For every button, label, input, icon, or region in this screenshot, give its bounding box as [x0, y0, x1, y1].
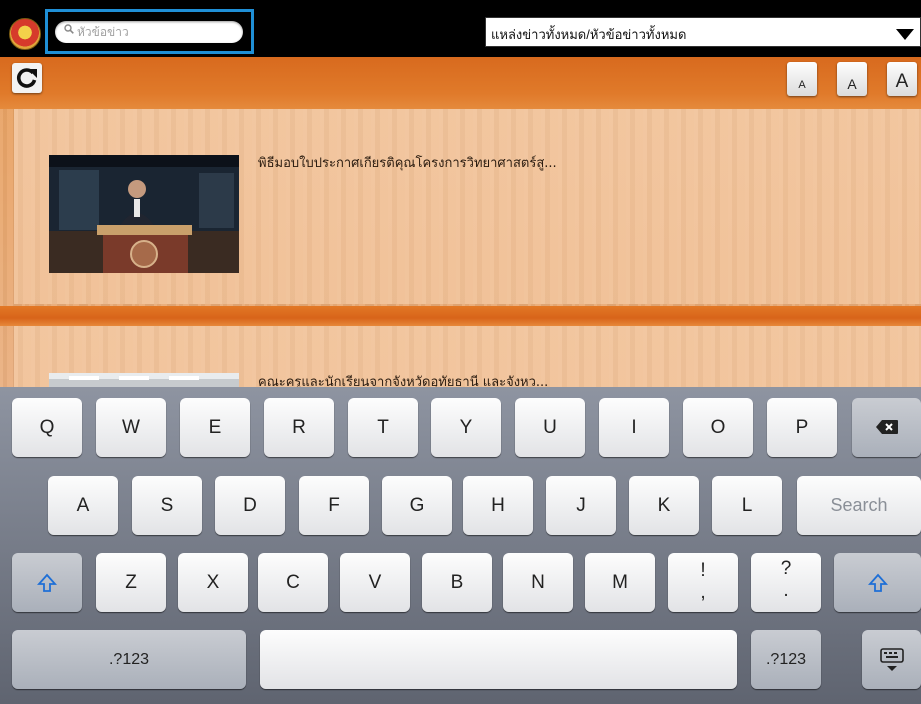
search-field[interactable] — [55, 21, 243, 43]
shift-icon — [867, 573, 888, 592]
key-e[interactable]: E — [180, 398, 250, 457]
key-l[interactable]: L — [712, 476, 782, 535]
hide-keyboard-icon — [879, 648, 904, 671]
key-a[interactable]: A — [48, 476, 118, 535]
dropdown-caret-icon — [896, 29, 914, 40]
key-m[interactable]: M — [585, 553, 655, 612]
key-g[interactable]: G — [382, 476, 452, 535]
refresh-icon — [16, 68, 37, 88]
search-focus-highlight — [45, 9, 254, 54]
key-f[interactable]: F — [299, 476, 369, 535]
source-filter-dropdown[interactable]: แหล่งข่าวทั้งหมด/หัวข้อข่าวทั้งหมด — [485, 17, 921, 47]
news-thumbnail — [49, 155, 239, 273]
key-h[interactable]: H — [463, 476, 533, 535]
key-i[interactable]: I — [599, 398, 669, 457]
toolbar: A A A — [0, 57, 921, 109]
font-size-small-button[interactable]: A — [787, 62, 817, 96]
news-item[interactable]: คณะครูและนักเรียนจากจังหวัดอุทัยธานี และ… — [14, 326, 921, 387]
shift-icon — [36, 573, 58, 592]
key-z[interactable]: Z — [96, 553, 166, 612]
key-v[interactable]: V — [340, 553, 410, 612]
key-d[interactable]: D — [215, 476, 285, 535]
news-list[interactable]: A A A พิธีมอบใบประกาศเกียรติคุณโครงการวิ… — [0, 57, 921, 387]
item-separator — [0, 306, 921, 326]
key-p[interactable]: P — [767, 398, 837, 457]
news-item[interactable]: พิธีมอบใบประกาศเกียรติคุณโครงการวิทยาศาส… — [14, 109, 921, 304]
key-t[interactable]: T — [348, 398, 418, 457]
backspace-icon — [875, 420, 898, 434]
key-u[interactable]: U — [515, 398, 585, 457]
key-n[interactable]: N — [503, 553, 573, 612]
on-screen-keyboard: Q W E R T Y U I O P A S D F G H J K L Se… — [0, 387, 921, 704]
key-j[interactable]: J — [546, 476, 616, 535]
numbers-key-right[interactable]: .?123 — [751, 630, 821, 689]
key-exclaim-comma[interactable]: ! , — [668, 553, 738, 612]
source-filter-value: แหล่งข่าวทั้งหมด/หัวข้อข่าวทั้งหมด — [491, 27, 687, 42]
search-icon — [64, 24, 74, 34]
key-x[interactable]: X — [178, 553, 248, 612]
top-bar: แหล่งข่าวทั้งหมด/หัวข้อข่าวทั้งหมด — [0, 0, 921, 57]
key-c[interactable]: C — [258, 553, 328, 612]
key-question-period[interactable]: ? . — [751, 553, 821, 612]
numbers-key-left[interactable]: .?123 — [12, 630, 246, 689]
space-key[interactable] — [260, 630, 737, 689]
news-title[interactable]: พิธีมอบใบประกาศเกียรติคุณโครงการวิทยาศาส… — [258, 152, 557, 173]
key-o[interactable]: O — [683, 398, 753, 457]
font-size-large-button[interactable]: A — [887, 62, 917, 96]
key-r[interactable]: R — [264, 398, 334, 457]
key-b[interactable]: B — [422, 553, 492, 612]
refresh-button[interactable] — [12, 63, 42, 93]
search-input[interactable] — [77, 23, 237, 41]
news-thumbnail — [49, 373, 239, 387]
font-size-medium-button[interactable]: A — [837, 62, 867, 96]
app-logo-icon[interactable] — [9, 18, 41, 50]
key-w[interactable]: W — [96, 398, 166, 457]
key-k[interactable]: K — [629, 476, 699, 535]
search-key[interactable]: Search — [797, 476, 921, 535]
shift-key-left[interactable] — [12, 553, 82, 612]
backspace-key[interactable] — [852, 398, 921, 457]
news-title[interactable]: คณะครูและนักเรียนจากจังหวัดอุทัยธานี และ… — [258, 371, 548, 387]
key-q[interactable]: Q — [12, 398, 82, 457]
key-y[interactable]: Y — [431, 398, 501, 457]
hide-keyboard-key[interactable] — [862, 630, 921, 689]
key-s[interactable]: S — [132, 476, 202, 535]
shift-key-right[interactable] — [834, 553, 921, 612]
